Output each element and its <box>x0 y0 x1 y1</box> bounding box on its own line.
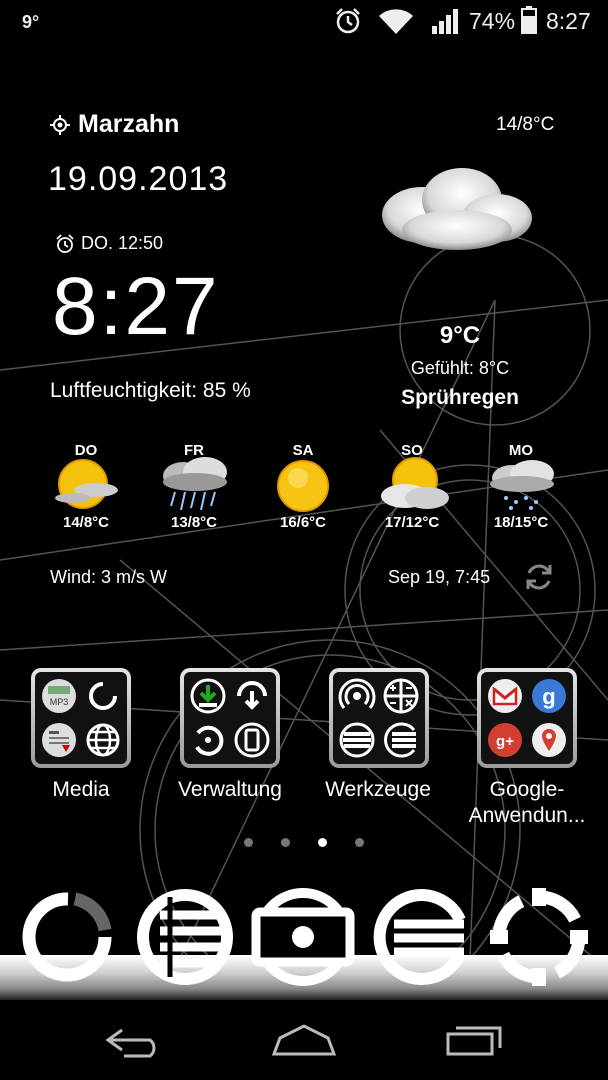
forecast-temps: 17/12°C <box>384 514 440 531</box>
cloud-icon[interactable] <box>372 160 537 255</box>
forecast-temps: 13/8°C <box>170 514 218 531</box>
restore-icon <box>195 725 224 756</box>
alarm-clock-icon <box>336 8 360 34</box>
page-dot[interactable] <box>281 838 290 847</box>
forecast-temps: 18/15°C <box>493 514 549 531</box>
home-icon[interactable] <box>270 1022 338 1058</box>
sync-icon <box>88 682 117 711</box>
forecast-day[interactable]: DO 14/8°C <box>31 442 141 542</box>
sun-icon <box>277 460 329 512</box>
folder-verwaltung[interactable] <box>180 668 280 768</box>
folder-media[interactable]: MP3 <box>31 668 131 768</box>
alarm-time: DO. 12:50 <box>81 233 164 253</box>
sun-cloud-icon <box>55 459 118 509</box>
globe-icon <box>86 723 120 757</box>
forecast-temps: 16/6°C <box>279 514 327 531</box>
google-search-icon: g <box>531 679 566 714</box>
phone-icon <box>234 722 270 758</box>
menu-icon[interactable] <box>366 882 476 992</box>
page-dot-current[interactable] <box>318 838 327 847</box>
wind: Wind: 3 m/s W <box>50 567 168 587</box>
forecast-temps: 14/8°C <box>62 514 110 531</box>
wifi-icon <box>379 9 413 34</box>
cloud-sun-icon <box>381 457 449 509</box>
page-indicator <box>244 838 364 847</box>
mp3-player-icon: MP3 <box>42 679 77 714</box>
maps-icon <box>531 722 566 757</box>
folder-label: Google- Anwendun... <box>468 778 586 827</box>
page-dot[interactable] <box>355 838 364 847</box>
calculator-icon <box>383 678 419 714</box>
google-plus-icon: g+ <box>488 722 523 757</box>
svg-text:g+: g+ <box>496 733 514 750</box>
forecast-day[interactable]: SO 17/12°C <box>357 442 467 542</box>
back-icon[interactable] <box>104 1024 166 1060</box>
camera-icon[interactable] <box>248 882 358 992</box>
folder-label: Media <box>52 778 110 801</box>
battery-percent: 74% <box>469 8 516 34</box>
locate-icon <box>50 114 70 135</box>
location[interactable]: Marzahn <box>50 110 179 139</box>
felt-temperature: Gefühlt: 8°C <box>410 358 510 378</box>
forecast-day[interactable]: SA 16/6°C <box>248 442 358 542</box>
date: 19.09.2013 <box>48 160 229 198</box>
folder-google[interactable]: g g+ <box>477 668 577 768</box>
page-dot[interactable] <box>244 838 253 847</box>
list-icon[interactable] <box>130 882 240 992</box>
settings-gear-icon[interactable] <box>484 882 594 992</box>
next-alarm[interactable]: DO. 12:50 <box>55 233 163 254</box>
gmail-icon <box>488 679 523 714</box>
menu-icon <box>383 722 416 758</box>
svg-text:MP3: MP3 <box>50 697 69 707</box>
download-icon <box>190 678 226 714</box>
refresh-icon[interactable] <box>522 560 556 594</box>
location-name: Marzahn <box>78 110 180 138</box>
folder-label: Werkzeuge <box>325 778 431 801</box>
current-temperature: 9°C <box>439 322 481 349</box>
status-temperature: 9° <box>22 12 40 32</box>
alarm-icon <box>56 233 74 253</box>
forecast-day[interactable]: MO 18/15°C <box>466 442 576 542</box>
hi-lo-temp: 14/8°C <box>496 114 555 135</box>
weather-condition: Sprühregen <box>401 386 519 409</box>
svg-text:g: g <box>542 684 555 709</box>
update-icon <box>236 681 267 711</box>
list-icon <box>339 722 375 758</box>
folder-werkzeuge[interactable] <box>329 668 429 768</box>
last-updated: Sep 19, 7:45 <box>388 567 491 587</box>
signal-icon <box>432 9 458 34</box>
light-rain-icon <box>490 460 554 510</box>
battery-icon <box>521 6 537 34</box>
forecast-day[interactable]: FR 13/8°C <box>139 442 249 542</box>
humidity: Luftfeuchtigkeit: 85 % <box>50 379 251 402</box>
hotspot-icon <box>338 678 376 710</box>
status-time: 8:27 <box>546 8 591 34</box>
recents-icon[interactable] <box>444 1022 506 1058</box>
folder-label: Verwaltung <box>178 778 282 801</box>
news-icon <box>42 722 77 757</box>
rain-cloud-icon <box>163 457 227 511</box>
clock[interactable]: 8:27 <box>52 262 220 352</box>
loop-icon[interactable] <box>13 882 123 992</box>
